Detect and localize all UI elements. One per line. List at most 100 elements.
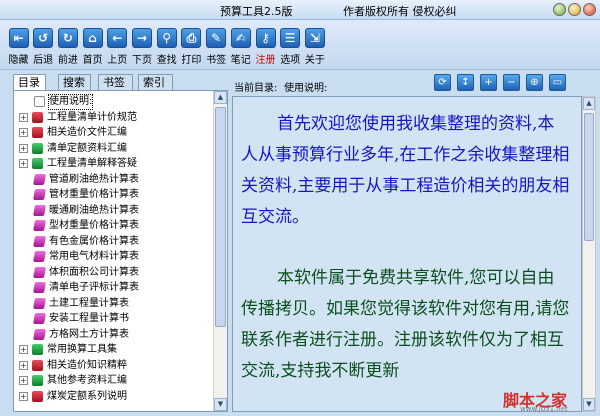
maximize-button[interactable] xyxy=(568,3,581,16)
tree-item-label: 土建工程量计算表 xyxy=(49,297,129,309)
book-icon xyxy=(33,328,46,340)
tree-item[interactable]: 有色金属价格计算表 xyxy=(14,235,214,249)
hide-icon: ⇤ xyxy=(8,28,29,48)
toolbar-button[interactable]: ⇤ 隐藏 xyxy=(6,24,31,66)
tree-item[interactable]: + 工程量清单解释答疑 xyxy=(14,157,214,171)
tree-item[interactable]: 土建工程量计算表 xyxy=(14,297,214,311)
toolbar-button[interactable]: ✎ 书签 xyxy=(204,24,229,66)
toolbar-label: 打印 xyxy=(181,55,202,66)
tree-item[interactable]: + 常用换算工具集 xyxy=(14,343,214,357)
scroll-up-icon[interactable]: ▲ xyxy=(583,97,595,110)
tree-item[interactable]: 方格网土方计算表 xyxy=(14,328,214,342)
home-icon: ⌂ xyxy=(82,28,103,48)
tree-item[interactable]: 体积面积公司计算表 xyxy=(14,266,214,280)
tree-item[interactable]: 使用说明: xyxy=(14,94,214,110)
back-refresh-icon: ↺ xyxy=(33,28,54,48)
tree-item[interactable]: 暖通刷油绝热计算表 xyxy=(14,204,214,218)
book-icon xyxy=(32,158,43,169)
expand-icon[interactable]: + xyxy=(19,143,28,153)
about-icon: ⇲ xyxy=(304,28,325,48)
toolbar-button[interactable]: ← 上页 xyxy=(105,24,130,66)
tree-item[interactable]: + 煤炭定额系列说明 xyxy=(14,390,214,404)
minimize-button[interactable] xyxy=(553,3,566,16)
tree-item-label: 相关造价知识精粹 xyxy=(47,359,127,371)
book-icon xyxy=(32,359,43,371)
toolbar-label: 首页 xyxy=(82,55,103,66)
tree-item-label: 清单电子评标计算表 xyxy=(49,282,139,293)
expand-icon[interactable]: + xyxy=(19,128,28,137)
expand-icon[interactable]: + xyxy=(19,112,28,122)
book-icon xyxy=(32,127,43,138)
close-button[interactable] xyxy=(583,3,596,16)
scroll-icon[interactable]: ↕ xyxy=(457,74,474,91)
tree-item[interactable]: + 相关造价文件汇编 xyxy=(14,126,214,140)
tree-item[interactable]: 管道刷油绝热计算表 xyxy=(14,173,214,187)
expand-icon[interactable]: + xyxy=(19,345,28,354)
tree-item[interactable]: 清单电子评标计算表 xyxy=(14,281,214,295)
toolbar-label: 上页 xyxy=(107,55,128,66)
scroll-thumb[interactable] xyxy=(215,107,226,327)
intro-paragraph: 首先欢迎您使用我收集整理的资料,本人从事预算行业多年,在工作之余收集整理相关资料… xyxy=(241,114,570,227)
toolbar-button[interactable]: → 下页 xyxy=(130,24,155,66)
toolbar-label: 笔记 xyxy=(230,55,251,66)
tree-item[interactable]: + 清单定额资料汇编 xyxy=(14,142,214,156)
tree-item[interactable]: + 其他参考资料汇编 xyxy=(14,374,214,388)
tree-item[interactable]: 常用电气材料计算表 xyxy=(14,250,214,264)
contents-tree: ▲ ▼ 使用说明: + 工程量清单计价规范 + 相关造价文件汇编 + 清单定额资料汇编 + 工程… xyxy=(13,90,228,412)
tree-item[interactable]: 管材重量价格计算表 xyxy=(14,188,214,202)
arrow-right-icon: → xyxy=(132,28,152,48)
tab-bookmarks[interactable]: 书签 xyxy=(98,74,133,90)
toolbar-button[interactable]: ⎙ 打印 xyxy=(179,24,204,66)
zoom-in-icon[interactable]: + xyxy=(480,74,497,91)
toolbar-label: 书签 xyxy=(206,55,227,66)
toolbar-button[interactable]: ☰ 选项 xyxy=(278,24,303,66)
book-icon xyxy=(32,344,43,355)
watermark-url: www.jb51.net xyxy=(520,405,568,413)
expand-icon[interactable]: + xyxy=(19,159,28,168)
page-icon xyxy=(34,96,45,107)
tree-item-label: 管材重量价格计算表 xyxy=(49,189,139,200)
window-title: 预算工具2.5版 xyxy=(220,5,293,18)
tree-item-label: 有色金属价格计算表 xyxy=(49,235,139,247)
scroll-down-icon[interactable]: ▼ xyxy=(214,398,227,411)
nav-tabs: 目录 搜索 书签 索引 xyxy=(13,74,228,91)
tree-item[interactable]: 型材重量价格计算表 xyxy=(14,219,214,233)
tree-item-label: 安装工程量计算书 xyxy=(49,313,129,324)
toolbar-button[interactable]: ⇲ 关于 xyxy=(302,24,327,66)
toolbar-button[interactable]: ⚲ 查找 xyxy=(154,24,179,66)
sync-icon[interactable]: ⟳ xyxy=(434,74,451,91)
book-icon xyxy=(32,390,43,402)
fullscreen-icon[interactable]: ▭ xyxy=(549,74,566,91)
expand-icon[interactable]: + xyxy=(19,360,28,370)
scroll-thumb[interactable] xyxy=(584,113,594,241)
tree-item-label: 常用电气材料计算表 xyxy=(49,251,139,262)
zoom-fit-icon[interactable]: ⊕ xyxy=(526,74,543,91)
toolbar-label: 查找 xyxy=(156,55,177,66)
document-scrollbar[interactable]: ▲ ▼ xyxy=(582,96,596,412)
arrow-left-icon: ← xyxy=(107,28,128,48)
toolbar-button[interactable]: ⚷ 注册 xyxy=(253,24,278,66)
tab-contents[interactable]: 目录 xyxy=(13,74,46,91)
tab-index[interactable]: 索引 xyxy=(138,74,173,90)
tree-item-label: 工程量清单解释答疑 xyxy=(47,158,137,169)
tree-item-label: 工程量清单计价规范 xyxy=(47,111,137,123)
expand-icon[interactable]: + xyxy=(19,391,28,401)
expand-icon[interactable]: + xyxy=(19,376,28,385)
tree-item[interactable]: 安装工程量计算书 xyxy=(14,312,214,326)
navigation-panel: 目录 搜索 书签 索引 ▲ ▼ 使用说明: + 工程量清单计价规范 + 相关造价文件汇编… xyxy=(13,72,228,412)
toolbar-label: 选项 xyxy=(280,55,301,66)
toolbar-button[interactable]: ✍ 笔记 xyxy=(228,24,253,66)
toolbar-button[interactable]: ↺ 后退 xyxy=(31,24,56,66)
content-panel: 当前目录: 使用说明: ⟳ ↕ + − ⊕ ▭ 首先欢迎您使用我收集整理的资料,本人从事预… xyxy=(232,72,597,412)
zoom-out-icon[interactable]: − xyxy=(503,74,520,91)
toolbar-button[interactable]: ⌂ 首页 xyxy=(80,24,105,66)
tree-item[interactable]: + 工程量清单计价规范 xyxy=(14,111,214,125)
toolbar-label: 后退 xyxy=(33,55,54,66)
tree-item[interactable]: + 相关造价知识精粹 xyxy=(14,359,214,373)
scroll-down-icon[interactable]: ▼ xyxy=(583,398,595,411)
toolbar-button[interactable]: ↻ 前进 xyxy=(55,24,80,66)
scroll-up-icon[interactable]: ▲ xyxy=(214,91,227,104)
tab-search[interactable]: 搜索 xyxy=(58,74,91,90)
tree-item-label: 型材重量价格计算表 xyxy=(49,220,139,231)
tree-scrollbar[interactable]: ▲ ▼ xyxy=(213,91,227,411)
